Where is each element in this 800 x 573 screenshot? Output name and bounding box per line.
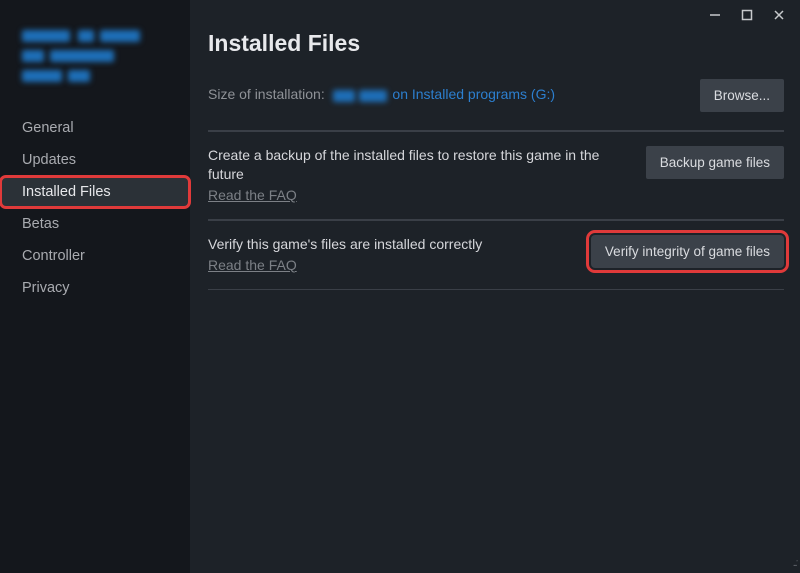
game-thumbnail: [22, 26, 174, 86]
page-title: Installed Files: [208, 30, 784, 57]
backup-button[interactable]: Backup game files: [646, 146, 784, 179]
sidebar-item-privacy[interactable]: Privacy: [0, 272, 190, 304]
verify-row: Verify this game's files are installed c…: [208, 220, 784, 289]
install-location-link[interactable]: on Installed programs (G:): [392, 86, 555, 102]
sidebar-nav: General Updates Installed Files Betas Co…: [0, 112, 190, 304]
window-frame: General Updates Installed Files Betas Co…: [0, 0, 800, 573]
sidebar-item-general[interactable]: General: [0, 112, 190, 144]
sidebar: General Updates Installed Files Betas Co…: [0, 0, 190, 573]
backup-description: Create a backup of the installed files t…: [208, 146, 634, 184]
browse-button[interactable]: Browse...: [700, 79, 784, 112]
verify-integrity-button[interactable]: Verify integrity of game files: [591, 235, 784, 268]
verify-description: Verify this game's files are installed c…: [208, 235, 579, 254]
backup-faq-link[interactable]: Read the FAQ: [208, 187, 297, 203]
sidebar-item-installed-files[interactable]: Installed Files: [0, 176, 190, 208]
install-size-value-blurred: [333, 89, 387, 105]
sidebar-item-updates[interactable]: Updates: [0, 144, 190, 176]
install-size-row: Size of installation: on Installed progr…: [208, 79, 784, 130]
divider: [208, 289, 784, 290]
backup-row: Create a backup of the installed files t…: [208, 131, 784, 219]
main-panel: Installed Files Size of installation: on…: [190, 0, 800, 573]
install-size-prefix: Size of installation:: [208, 86, 329, 102]
sidebar-item-controller[interactable]: Controller: [0, 240, 190, 272]
sidebar-item-betas[interactable]: Betas: [0, 208, 190, 240]
verify-faq-link[interactable]: Read the FAQ: [208, 257, 297, 273]
